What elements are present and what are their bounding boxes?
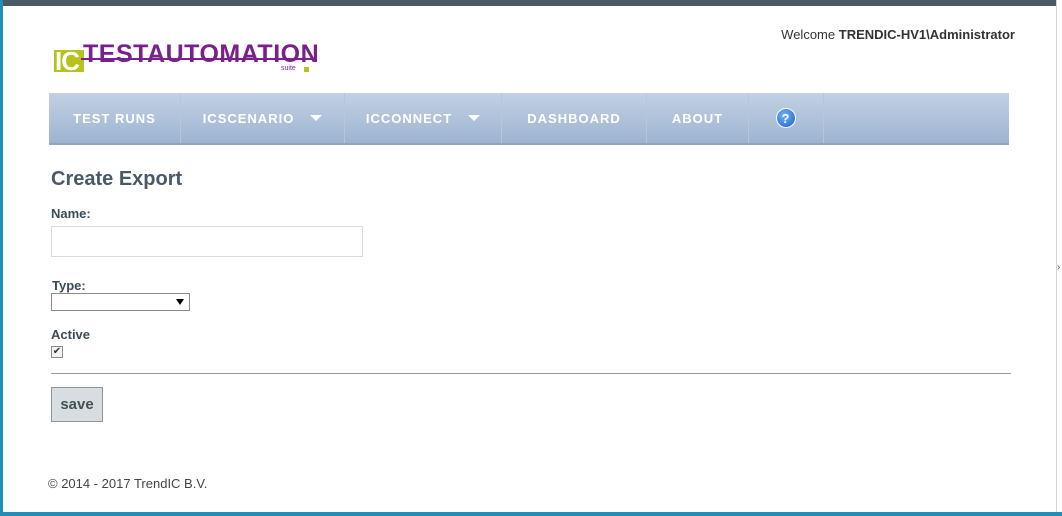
form-divider [51, 373, 1011, 374]
main-navigation: TEST RUNS ICSCENARIO ICCONNECT DASHBOARD… [49, 93, 1009, 145]
logo-brand-text: TESTAUTOMATION [83, 40, 320, 68]
nav-item-label: ABOUT [671, 110, 724, 126]
type-select[interactable] [51, 293, 190, 311]
nav-item-label: ICSCENARIO [202, 110, 295, 126]
welcome-message: Welcome TRENDIC-HV1\Administrator [781, 27, 1015, 42]
nav-item-label: ICCONNECT [365, 110, 453, 126]
footer-copyright: © 2014 - 2017 TrendIC B.V. [48, 476, 208, 491]
logo-suite-text: suite [281, 65, 296, 72]
nav-item-help[interactable]: ? [749, 93, 824, 143]
save-button[interactable]: save [51, 387, 103, 422]
nav-item-about[interactable]: ABOUT [647, 93, 749, 143]
window-edge [1056, 0, 1062, 512]
type-label: Type: [52, 278, 86, 293]
chevron-down-icon [468, 115, 481, 121]
name-label: Name: [51, 206, 91, 221]
welcome-username: TRENDIC-HV1\Administrator [838, 27, 1015, 42]
app-logo[interactable]: IC TESTAUTOMATION suite [51, 38, 321, 78]
checkmark-icon: ✔ [52, 346, 62, 357]
page-title: Create Export [51, 168, 183, 190]
dropdown-arrow-icon [176, 299, 184, 305]
logo-dot [304, 67, 309, 72]
name-input[interactable] [51, 226, 363, 257]
nav-item-label: TEST RUNS [73, 110, 156, 126]
logo-underline [81, 58, 313, 60]
logo-ic-text: IC [55, 46, 80, 76]
active-checkbox[interactable]: ✔ [51, 346, 63, 358]
nav-item-test-runs[interactable]: TEST RUNS [49, 93, 181, 143]
help-icon: ? [776, 108, 796, 128]
nav-item-icconnect[interactable]: ICCONNECT [345, 93, 502, 143]
nav-item-icscenario[interactable]: ICSCENARIO [181, 93, 345, 143]
welcome-prefix: Welcome [781, 27, 836, 42]
chevron-down-icon [310, 115, 323, 121]
scroll-indicator-icon: › [1057, 262, 1061, 273]
nav-item-label: DASHBOARD [527, 110, 621, 126]
active-label: Active [51, 327, 91, 342]
nav-item-dashboard[interactable]: DASHBOARD [502, 93, 647, 143]
